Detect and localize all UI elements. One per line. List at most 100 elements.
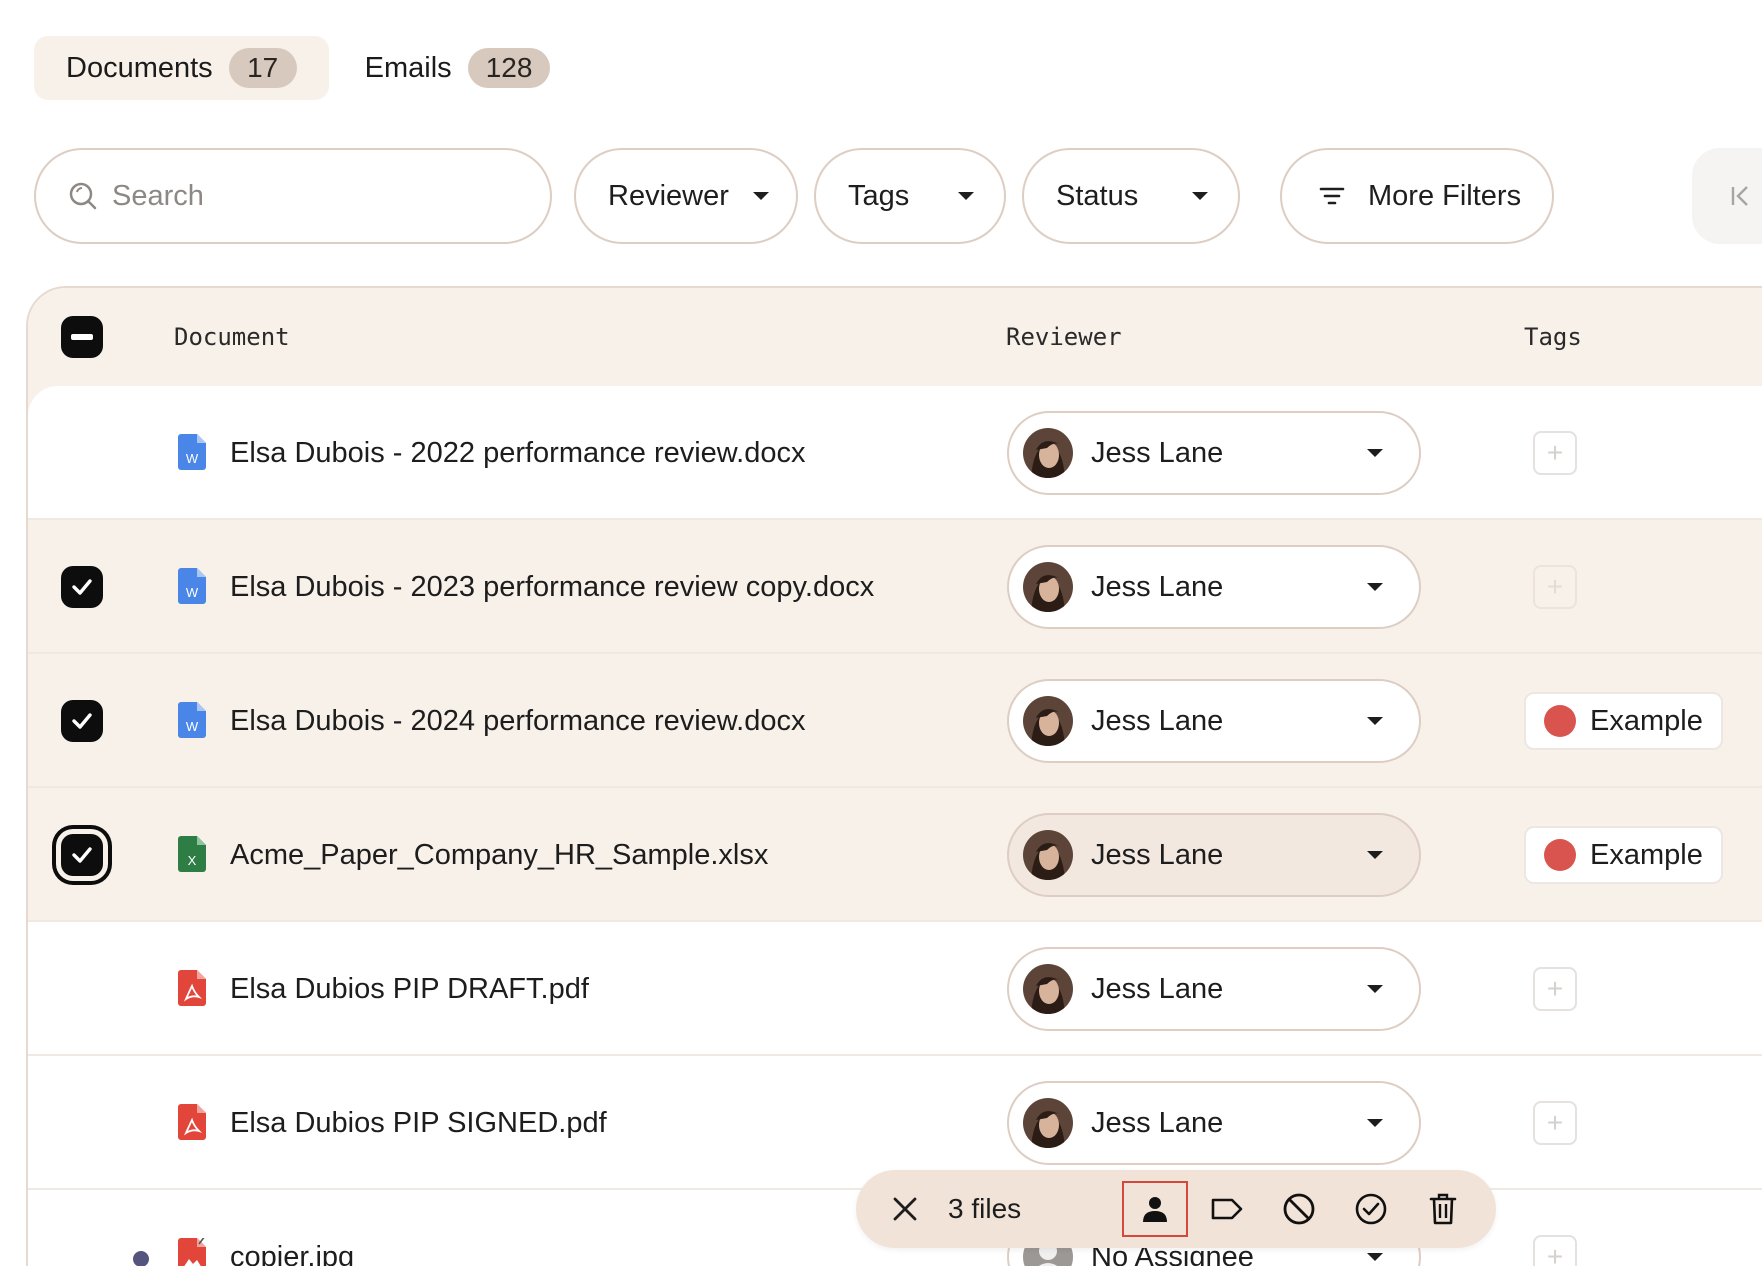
avatar xyxy=(1023,830,1073,880)
tag-color-swatch xyxy=(1544,839,1576,871)
add-tag-button[interactable]: + xyxy=(1533,565,1577,609)
tab-documents[interactable]: Documents 17 xyxy=(34,36,329,100)
chevron-down-icon xyxy=(1367,851,1383,859)
exclude-button[interactable] xyxy=(1268,1183,1330,1235)
unread-dot xyxy=(133,1251,149,1266)
clear-selection-button[interactable] xyxy=(890,1194,920,1224)
column-header-tags: Tags xyxy=(1524,323,1582,351)
search-placeholder: Search xyxy=(112,179,204,212)
table-row[interactable]: W Elsa Dubois - 2022 performance review.… xyxy=(28,386,1762,520)
add-tag-button[interactable]: + xyxy=(1533,967,1577,1011)
tag-chip[interactable]: Example xyxy=(1524,826,1723,884)
add-tag-button[interactable]: + xyxy=(1533,1101,1577,1145)
check-circle-icon xyxy=(1355,1193,1387,1225)
document-name[interactable]: Elsa Dubois - 2022 performance review.do… xyxy=(230,386,805,520)
document-name[interactable]: copier.jpg xyxy=(230,1190,354,1266)
reviewer-dropdown[interactable]: Jess Lane xyxy=(1007,947,1421,1031)
column-header-document: Document xyxy=(174,323,290,351)
row-checkbox[interactable] xyxy=(61,700,103,742)
mark-complete-button[interactable] xyxy=(1340,1183,1402,1235)
reviewer-dropdown[interactable]: Jess Lane xyxy=(1007,1081,1421,1165)
more-filters-button[interactable]: More Filters xyxy=(1280,148,1554,244)
collapse-panel-button[interactable] xyxy=(1692,148,1762,244)
tab-label: Emails xyxy=(364,51,452,84)
column-header-reviewer: Reviewer xyxy=(1006,323,1122,351)
filter-icon xyxy=(1319,187,1345,205)
select-all-checkbox[interactable] xyxy=(61,316,103,358)
table-body: W Elsa Dubois - 2022 performance review.… xyxy=(28,386,1762,1266)
tags-filter-label: Tags xyxy=(848,179,910,212)
bulk-action-bar: 3 files xyxy=(856,1170,1496,1248)
chevron-down-icon xyxy=(1367,449,1383,457)
assign-reviewer-button[interactable] xyxy=(1122,1181,1188,1237)
reviewer-name: Jess Lane xyxy=(1091,570,1224,603)
trash-icon xyxy=(1429,1193,1457,1225)
document-name[interactable]: Elsa Dubios PIP SIGNED.pdf xyxy=(230,1056,607,1190)
chevron-down-icon xyxy=(1192,192,1208,200)
chevron-down-icon xyxy=(1367,1253,1383,1261)
table-row[interactable]: Elsa Dubios PIP DRAFT.pdf Jess Lane + xyxy=(28,922,1762,1056)
status-filter-dropdown[interactable]: Status xyxy=(1022,148,1240,244)
tag-chip[interactable]: Example xyxy=(1524,692,1723,750)
block-icon xyxy=(1283,1193,1315,1225)
document-name[interactable]: Elsa Dubois - 2023 performance review co… xyxy=(230,520,874,654)
check-icon xyxy=(72,847,92,863)
pdf-file-icon xyxy=(178,970,206,1006)
tag-label: Example xyxy=(1590,704,1703,737)
document-name[interactable]: Acme_Paper_Company_HR_Sample.xlsx xyxy=(230,788,768,922)
table-row[interactable]: W Elsa Dubois - 2023 performance review … xyxy=(28,520,1762,654)
avatar xyxy=(1023,562,1073,612)
selection-count: 3 files xyxy=(948,1193,1022,1224)
check-icon xyxy=(72,713,92,729)
avatar xyxy=(1023,696,1073,746)
reviewer-name: Jess Lane xyxy=(1091,838,1224,871)
svg-text:X: X xyxy=(188,853,197,868)
chevron-down-icon xyxy=(1367,717,1383,725)
reviewer-dropdown[interactable]: Jess Lane xyxy=(1007,545,1421,629)
reviewer-name: Jess Lane xyxy=(1091,436,1224,469)
documents-table: Document Reviewer Tags W Elsa Dubois - 2… xyxy=(26,286,1762,1266)
document-name[interactable]: Elsa Dubois - 2024 performance review.do… xyxy=(230,654,805,788)
reviewer-dropdown[interactable]: Jess Lane xyxy=(1007,411,1421,495)
reviewer-dropdown[interactable]: Jess Lane xyxy=(1007,679,1421,763)
tag-icon xyxy=(1211,1198,1243,1220)
collapse-left-icon xyxy=(1731,186,1748,206)
document-tabs: Documents 17 Emails 128 xyxy=(34,36,582,100)
search-icon xyxy=(69,182,97,210)
chevron-down-icon xyxy=(1367,583,1383,591)
tag-label: Example xyxy=(1590,838,1703,871)
count-badge: 17 xyxy=(228,48,297,88)
search-input[interactable]: Search xyxy=(34,148,552,244)
svg-text:W: W xyxy=(186,585,199,600)
document-name[interactable]: Elsa Dubios PIP DRAFT.pdf xyxy=(230,922,589,1056)
status-filter-label: Status xyxy=(1056,179,1139,212)
row-checkbox[interactable] xyxy=(61,566,103,608)
reviewer-name: Jess Lane xyxy=(1091,972,1224,1005)
avatar xyxy=(1023,1098,1073,1148)
tab-label: Documents xyxy=(66,51,213,84)
avatar xyxy=(1023,964,1073,1014)
reviewer-name: Jess Lane xyxy=(1091,1106,1224,1139)
close-icon xyxy=(893,1197,917,1221)
reviewer-dropdown[interactable]: Jess Lane xyxy=(1007,813,1421,897)
delete-button[interactable] xyxy=(1412,1183,1474,1235)
add-tag-bulk-button[interactable] xyxy=(1196,1183,1258,1235)
table-row[interactable]: W Elsa Dubois - 2024 performance review.… xyxy=(28,654,1762,788)
reviewer-name: Jess Lane xyxy=(1091,704,1224,737)
tab-emails[interactable]: Emails 128 xyxy=(329,36,583,100)
add-tag-button[interactable]: + xyxy=(1533,1235,1577,1266)
word-file-icon: W xyxy=(178,568,206,604)
more-filters-label: More Filters xyxy=(1368,179,1522,212)
word-file-icon: W xyxy=(178,434,206,470)
chevron-down-icon xyxy=(1367,985,1383,993)
count-badge: 128 xyxy=(467,48,551,88)
add-tag-button[interactable]: + xyxy=(1533,431,1577,475)
chevron-down-icon xyxy=(958,192,974,200)
tag-color-swatch xyxy=(1544,705,1576,737)
reviewer-filter-dropdown[interactable]: Reviewer xyxy=(574,148,798,244)
table-row[interactable]: X Acme_Paper_Company_HR_Sample.xlsx Jess… xyxy=(28,788,1762,922)
tags-filter-dropdown[interactable]: Tags xyxy=(814,148,1006,244)
svg-text:W: W xyxy=(186,719,199,734)
row-checkbox[interactable] xyxy=(61,834,103,876)
svg-text:W: W xyxy=(186,451,199,466)
